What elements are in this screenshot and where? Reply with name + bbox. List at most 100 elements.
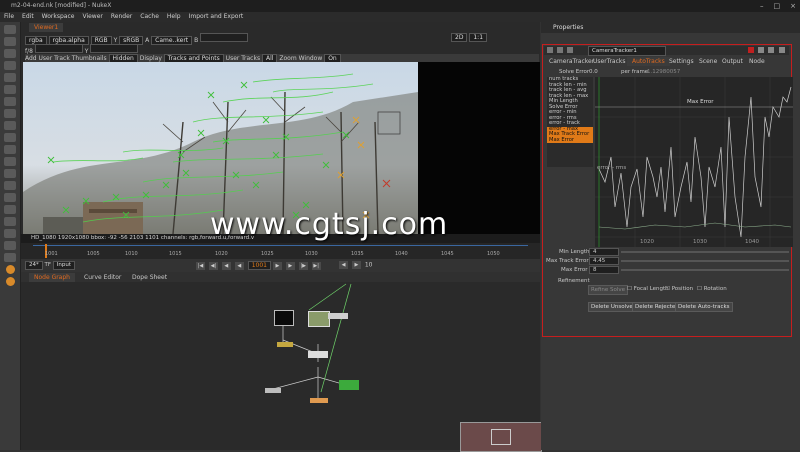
center-node-icon[interactable] [557,47,563,53]
node-name-field[interactable]: CameraTracker1 [588,46,666,56]
timeline[interactable]: 1001 1005 1010 1015 1020 1025 1030 1035 … [21,243,540,259]
scanline-render-node[interactable] [310,398,328,403]
metadata-tool-icon[interactable] [4,157,16,166]
step-value[interactable]: 10 [365,262,373,269]
menu-render[interactable]: Render [107,12,136,22]
range-select[interactable]: Input [52,261,76,270]
tab-node-graph[interactable]: Node Graph [29,273,75,282]
next-frame-button[interactable]: ▶ [285,261,295,270]
menu-viewer[interactable]: Viewer [78,12,106,22]
image-tool-icon[interactable] [4,25,16,34]
filter-tool-icon[interactable] [4,85,16,94]
step-forward-button[interactable]: ▶ [351,261,361,269]
prev-keyframe-button[interactable]: ◀| [208,261,218,270]
fps-select[interactable]: 24* [25,261,43,270]
tab-curve-editor[interactable]: Curve Editor [79,273,126,282]
input-a-select[interactable]: Came..kert [151,36,193,45]
gain-slider[interactable] [34,44,83,53]
tf-toggle[interactable]: TF [45,262,52,268]
merge-tool-icon[interactable] [4,109,16,118]
menu-cache[interactable]: Cache [136,12,163,22]
minimize-button[interactable]: – [760,0,764,12]
minimap-viewport[interactable] [491,429,511,445]
scene-node[interactable] [339,380,359,390]
error-curve-view[interactable]: Max Error error - rms 1020 1030 1040 [595,77,793,247]
focal-length-checkbox[interactable]: ☐ Focal Length [627,286,669,292]
input-icon[interactable] [567,47,573,53]
view-mode-select[interactable]: 2D [451,33,468,42]
max-error-slider[interactable] [621,269,789,271]
tick-1050: 1050 [487,251,500,257]
ofx-tool-icon[interactable] [4,229,16,238]
refine-solve-button[interactable]: Refine Solve [588,285,629,295]
focal-length-label: Focal Length [633,286,669,292]
time-tool-icon[interactable] [4,49,16,58]
max-error-field[interactable]: 8 [589,266,619,274]
min-length-field[interactable]: 4 [589,248,619,256]
step-back-button[interactable]: ◀ [339,261,348,269]
maximize-button[interactable]: □ [774,0,781,12]
tick-1005: 1005 [87,251,100,257]
script-tool-icon[interactable] [4,253,16,262]
rotation-checkbox[interactable]: ☐ Rotation [697,286,727,292]
tab-dope-sheet[interactable]: Dope Sheet [127,273,172,282]
merge-node[interactable] [308,351,328,358]
camera-node[interactable] [265,388,281,393]
input-b-select[interactable] [200,33,249,42]
delete-autotracks-button[interactable]: Delete Auto-tracks [675,302,733,312]
node-graph-minimap[interactable] [460,422,542,452]
close-panel-icon[interactable] [779,47,785,53]
channel-tool-icon[interactable] [4,61,16,70]
frame-field[interactable]: 1001 [247,261,271,270]
gamma-slider[interactable] [90,44,139,53]
menu-workspace[interactable]: Workspace [38,12,79,22]
play-forward-button[interactable]: ▶ [272,261,282,270]
menu-help[interactable]: Help [163,12,185,22]
title-bar: m2-04-end.nk [modified] - NukeX – □ × [0,0,800,12]
other-tool-icon[interactable] [4,205,16,214]
nuke-plugin-icon[interactable] [5,277,15,286]
float-icon[interactable] [768,47,774,53]
gizmo-tool-icon[interactable] [4,241,16,250]
input-a-label: A [145,37,150,44]
add-user-track-button[interactable]: Add User Track [25,55,70,62]
menu-file[interactable]: File [0,12,18,22]
min-length-slider[interactable] [621,251,789,253]
last-frame-button[interactable]: ▶| [311,261,321,270]
tab-usertracks[interactable]: UserTracks [588,57,631,66]
3d-tool-icon[interactable] [4,133,16,142]
max-track-error-field[interactable]: 4.45 [589,257,619,265]
play-backward-button[interactable]: ◀ [234,261,244,270]
nuke-logo-icon [5,265,15,274]
camera-tracker-thumbnail-node[interactable] [308,311,330,327]
list-item[interactable]: Max Error [547,137,593,143]
close-button[interactable]: × [790,0,796,12]
properties-title: Properties [553,24,584,31]
lens-node[interactable] [328,313,348,319]
views-tool-icon[interactable] [4,145,16,154]
node-color-icon[interactable] [748,47,754,53]
dot-node-yellow[interactable] [277,342,293,347]
tab-viewer1[interactable]: Viewer1 [29,23,64,32]
next-keyframe-button[interactable]: |▶ [298,261,308,270]
menu-edit[interactable]: Edit [18,12,38,22]
keyer-tool-icon[interactable] [4,97,16,106]
collapse-icon[interactable] [547,47,553,53]
particles-tool-icon[interactable] [4,181,16,190]
prev-frame-button[interactable]: ◀ [221,261,231,270]
first-frame-button[interactable]: |◀ [196,261,205,270]
deep-tool-icon[interactable] [4,169,16,178]
menu-import-export[interactable]: Import and Export [185,12,248,22]
color-tool-icon[interactable] [4,73,16,82]
zoom-select[interactable]: 1:1 [469,33,488,42]
read-node[interactable] [274,310,294,326]
tab-node[interactable]: Node [744,57,770,66]
help-icon[interactable] [758,47,764,53]
transform-tool-icon[interactable] [4,121,16,130]
toolsets-icon[interactable] [4,193,16,202]
draw-tool-icon[interactable] [4,37,16,46]
position-checkbox[interactable]: ☐ Position [665,286,693,292]
max-track-error-slider[interactable] [621,260,789,262]
furnace-tool-icon[interactable] [4,217,16,226]
curve-list[interactable]: num tracks track len - min track len - a… [547,76,593,167]
